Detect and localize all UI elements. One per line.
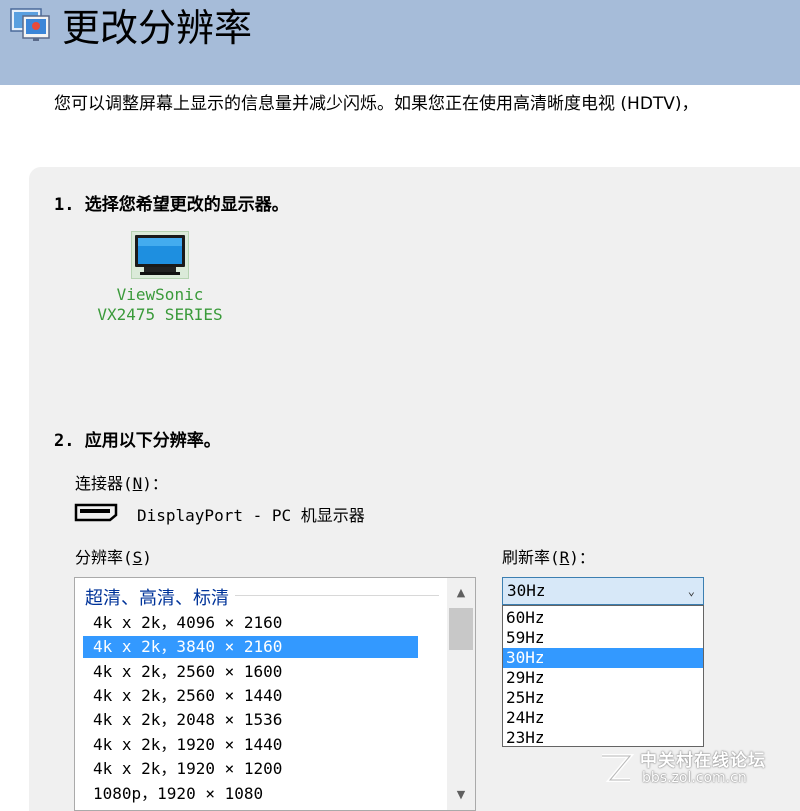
group-divider bbox=[235, 595, 439, 596]
refresh-rate-dropdown[interactable]: 60Hz 59Hz 30Hz 29Hz 25Hz 24Hz 23Hz bbox=[502, 605, 704, 747]
refresh-rate-select[interactable]: 30Hz ⌄ bbox=[502, 577, 704, 605]
page-description: 您可以调整屏幕上显示的信息量并减少闪烁。如果您正在使用高清晰度电视 (HDTV)… bbox=[54, 94, 699, 114]
resolution-item[interactable]: 4k x 2k，1920 × 1440 bbox=[83, 734, 418, 756]
resolution-group-header: 超清、高清、标清 bbox=[85, 588, 229, 609]
monitor-tile[interactable] bbox=[131, 231, 189, 279]
refresh-option[interactable]: 29Hz bbox=[503, 668, 703, 688]
refresh-option[interactable]: 60Hz bbox=[503, 608, 703, 628]
step1-heading: 1. 选择您希望更改的显示器。 bbox=[54, 195, 289, 215]
refresh-option[interactable]: 25Hz bbox=[503, 688, 703, 708]
zol-logo-icon bbox=[602, 754, 635, 782]
connector-label-key: N bbox=[132, 474, 143, 493]
title-bar: 更改分辨率 bbox=[0, 0, 800, 85]
chevron-up-icon[interactable]: ▲ bbox=[447, 582, 475, 604]
connector-label: 连接器(N)： bbox=[75, 470, 168, 494]
watermark-name: 中关村在线论坛 bbox=[640, 751, 766, 771]
refresh-rate-label: 刷新率(R)： bbox=[502, 544, 595, 568]
scrollbar-thumb[interactable] bbox=[449, 608, 473, 650]
resolution-scrollbar[interactable]: ▲ ▼ bbox=[447, 578, 475, 810]
resolution-item[interactable]: 4k x 2k，1920 × 1200 bbox=[83, 758, 418, 780]
monitor-label[interactable]: ViewSonic VX2475 SERIES bbox=[80, 285, 240, 325]
refresh-rate-current: 30Hz bbox=[507, 581, 546, 600]
refresh-option[interactable]: 59Hz bbox=[503, 628, 703, 648]
watermark-url: bbs.zol.com.cn bbox=[642, 770, 747, 786]
connector-label-pre: 连接器( bbox=[75, 474, 133, 493]
resolution-item[interactable]: 4k x 2k，2560 × 1600 bbox=[83, 661, 418, 683]
resolution-label-post: ) bbox=[142, 548, 152, 567]
resolution-item-selected[interactable]: 4k x 2k，3840 × 2160 bbox=[83, 636, 418, 658]
resolution-label-key: S bbox=[132, 548, 143, 567]
connector-value: DisplayPort - PC 机显示器 bbox=[137, 506, 365, 525]
resolution-label-pre: 分辨率( bbox=[75, 548, 133, 567]
resolution-label: 分辨率(S) bbox=[75, 544, 152, 568]
page-title: 更改分辨率 bbox=[62, 6, 253, 50]
display-settings-icon bbox=[10, 8, 50, 41]
step2-heading: 2. 应用以下分辨率。 bbox=[54, 431, 221, 451]
refresh-option[interactable]: 23Hz bbox=[503, 728, 703, 748]
resolution-item[interactable]: 4k x 2k，2560 × 1440 bbox=[83, 685, 418, 707]
watermark: 中关村在线论坛 bbs.zol.com.cn bbox=[596, 746, 792, 792]
refresh-option[interactable]: 24Hz bbox=[503, 708, 703, 728]
refresh-label-post: )： bbox=[569, 548, 595, 567]
refresh-label-key: R bbox=[559, 548, 570, 567]
displayport-icon bbox=[74, 503, 118, 522]
chevron-down-icon[interactable]: ▼ bbox=[447, 784, 475, 806]
resolution-item[interactable]: 4k x 2k，2048 × 1536 bbox=[83, 709, 418, 731]
refresh-label-pre: 刷新率( bbox=[502, 548, 560, 567]
refresh-option-selected[interactable]: 30Hz bbox=[503, 648, 703, 668]
resolution-item[interactable]: 1080p，1920 × 1080 bbox=[83, 783, 418, 805]
resolution-list[interactable]: 超清、高清、标清 4k x 2k，4096 × 2160 4k x 2k，384… bbox=[74, 577, 476, 811]
resolution-item[interactable]: 4k x 2k，4096 × 2160 bbox=[83, 612, 418, 634]
monitor-icon bbox=[135, 235, 185, 275]
chevron-down-icon[interactable]: ⌄ bbox=[688, 578, 695, 604]
monitor-series: VX2475 SERIES bbox=[97, 305, 223, 324]
connector-label-post: )： bbox=[142, 474, 168, 493]
monitor-model: ViewSonic bbox=[116, 285, 204, 304]
